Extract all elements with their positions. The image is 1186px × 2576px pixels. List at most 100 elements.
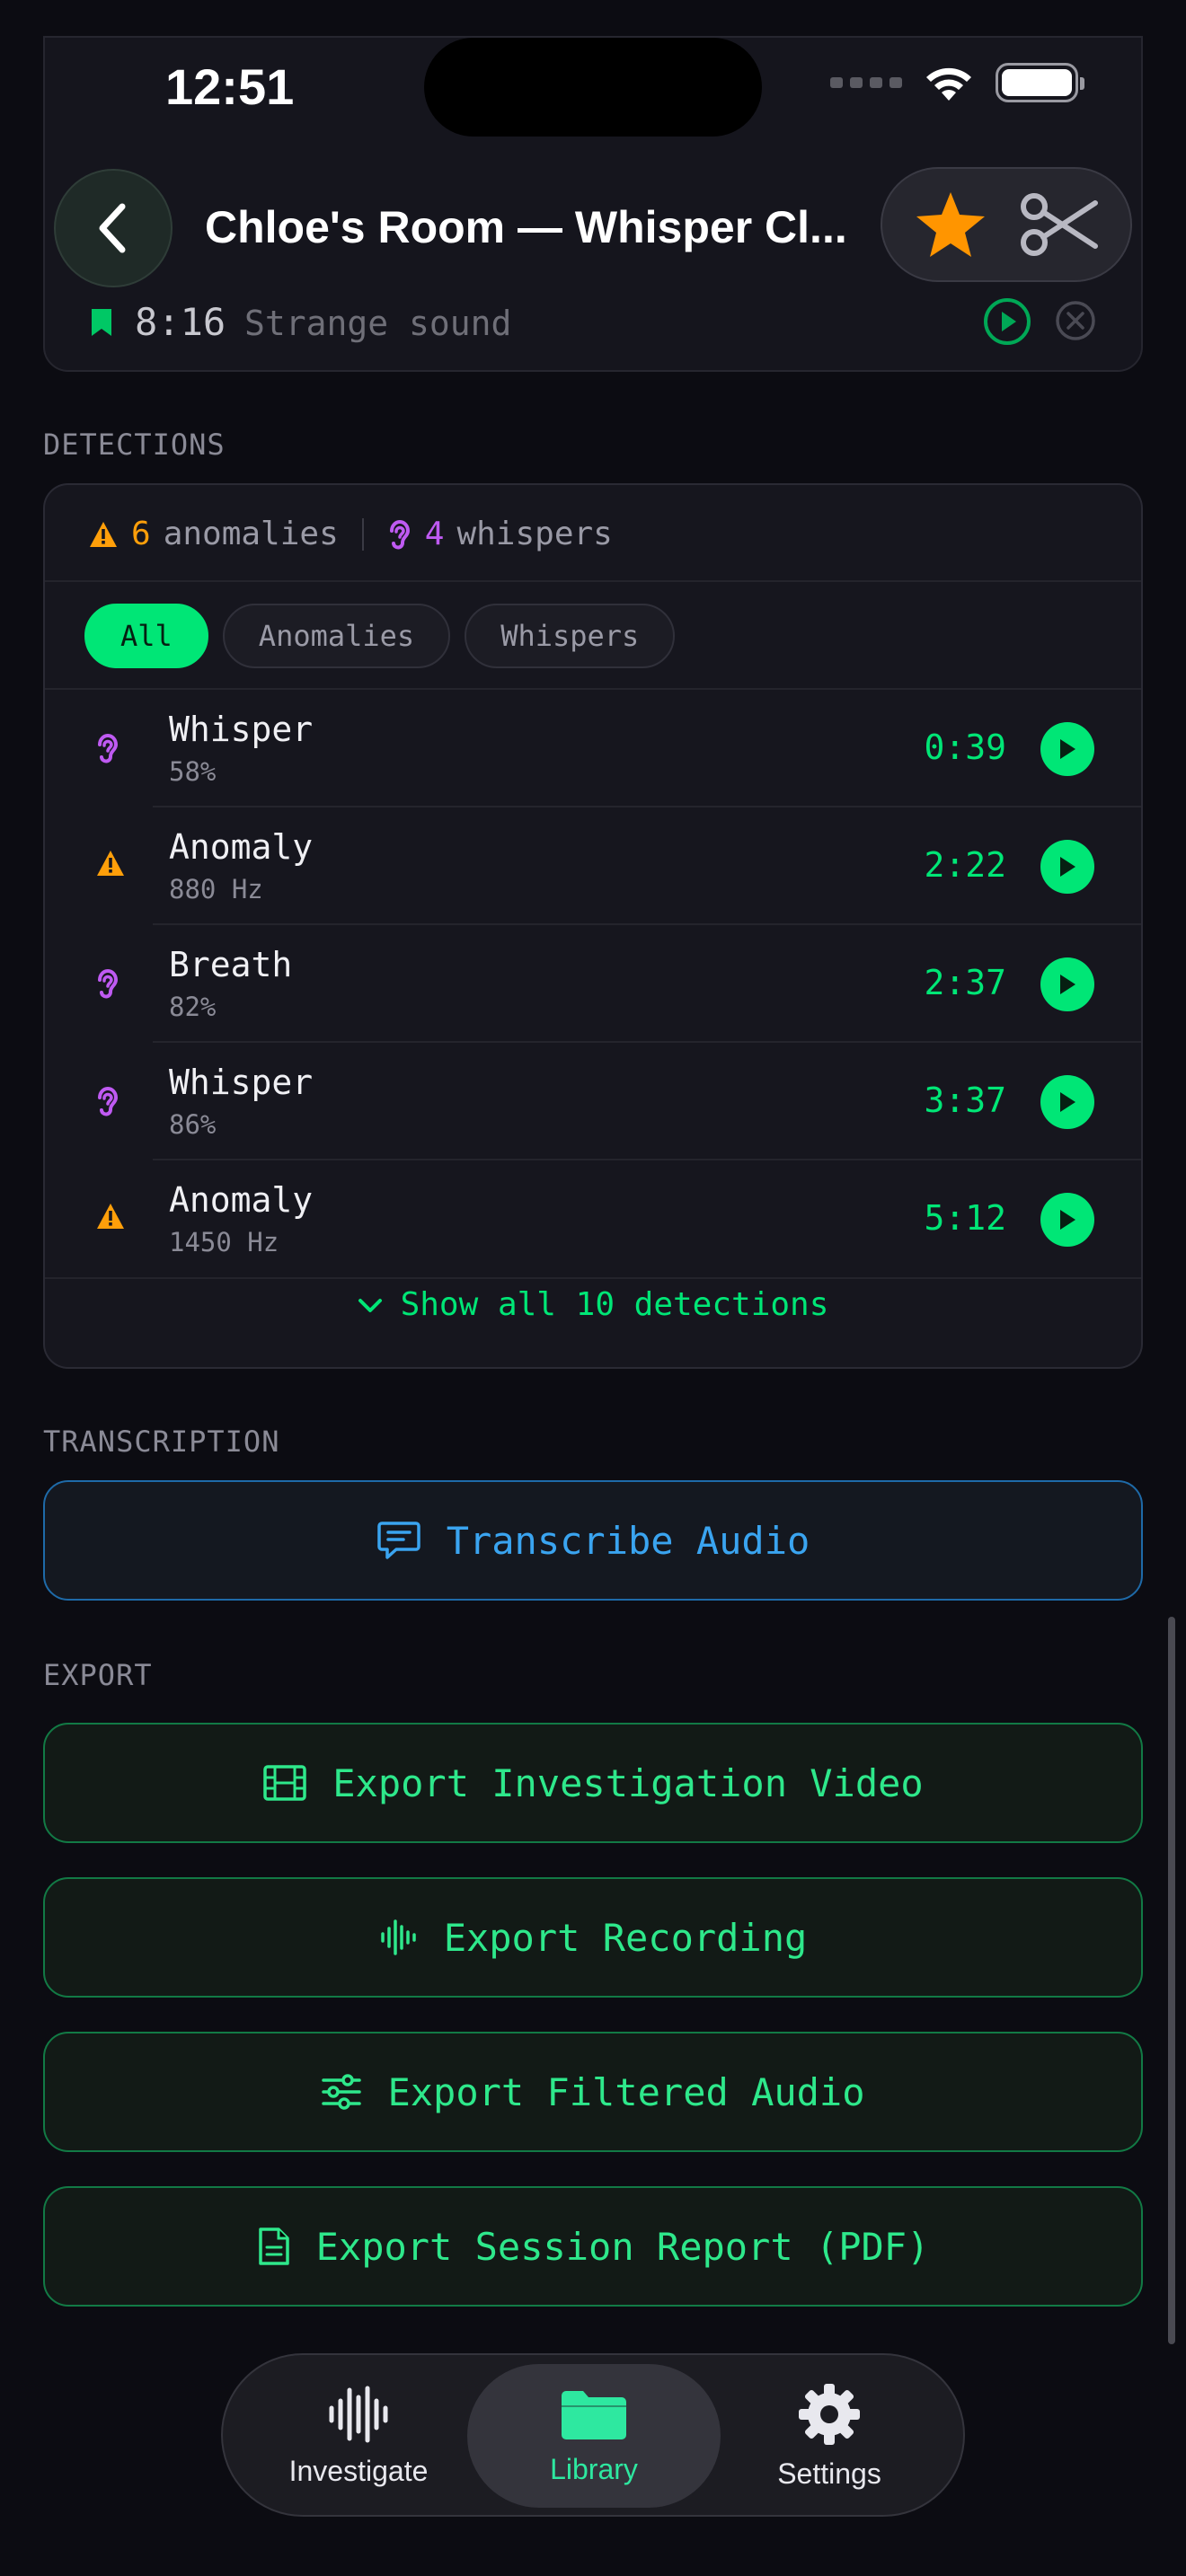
detection-type-icon bbox=[95, 1084, 120, 1122]
filter-chip-whispers[interactable]: Whispers bbox=[465, 604, 676, 668]
detection-type-icon bbox=[95, 1202, 126, 1234]
ear-icon bbox=[389, 519, 410, 550]
detection-title: Whisper bbox=[169, 1063, 314, 1102]
battery-icon bbox=[996, 63, 1084, 102]
play-icon bbox=[1060, 857, 1075, 877]
detection-row[interactable]: Breath 82% 2:37 bbox=[45, 925, 1141, 1043]
anomaly-label: anomalies bbox=[163, 516, 339, 552]
filter-chips: All Anomalies Whispers bbox=[84, 604, 676, 668]
tab-library-label: Library bbox=[550, 2452, 638, 2485]
export-video-label: Export Investigation Video bbox=[332, 1760, 924, 1805]
export-section-label: EXPORT bbox=[43, 1658, 153, 1692]
star-icon[interactable] bbox=[915, 190, 987, 259]
filter-chip-all[interactable]: All bbox=[84, 604, 208, 668]
detection-type-icon bbox=[95, 849, 126, 881]
whisper-label: whispers bbox=[456, 516, 613, 552]
nav-header: Chloe's Room — Whisper Cl... bbox=[0, 162, 1186, 296]
play-circle-icon[interactable] bbox=[982, 296, 1032, 347]
status-time: 12:51 bbox=[165, 58, 295, 115]
warning-icon bbox=[97, 1204, 124, 1229]
bookmark-icon bbox=[92, 309, 111, 336]
sliders-icon bbox=[322, 2074, 362, 2110]
detection-title: Breath bbox=[169, 945, 293, 984]
ear-icon bbox=[98, 1087, 119, 1116]
detection-type-icon bbox=[95, 731, 120, 769]
tab-settings-label: Settings bbox=[777, 2457, 881, 2490]
folder-icon bbox=[562, 2390, 626, 2439]
bookmark-row: 8:16 Strange sound bbox=[43, 287, 1143, 372]
transcribe-audio-button[interactable]: Transcribe Audio bbox=[43, 1480, 1143, 1601]
detections-summary: 6 anomalies 4 whispers bbox=[88, 516, 613, 552]
play-icon bbox=[1060, 1210, 1075, 1230]
detection-row[interactable]: Anomaly 1450 Hz 5:12 bbox=[45, 1160, 1141, 1278]
ear-icon bbox=[98, 734, 119, 763]
status-icons bbox=[830, 63, 1084, 102]
detection-row[interactable]: Anomaly 880 Hz 2:22 bbox=[45, 807, 1141, 925]
tab-library[interactable]: Library bbox=[467, 2364, 721, 2508]
page-title: Chloe's Room — Whisper Cl... bbox=[205, 202, 847, 252]
detections-section-label: DETECTIONS bbox=[43, 428, 226, 462]
detection-title: Whisper bbox=[169, 710, 314, 749]
whisper-count: 4 bbox=[424, 516, 445, 552]
detection-time: 5:12 bbox=[924, 1198, 1006, 1238]
detections-card: 6 anomalies 4 whispers All Anomalies Whi… bbox=[43, 483, 1143, 1369]
export-report-label: Export Session Report (PDF) bbox=[315, 2224, 930, 2269]
play-icon bbox=[1060, 1092, 1075, 1112]
chevron-left-icon bbox=[99, 203, 126, 253]
play-button[interactable] bbox=[1040, 957, 1094, 1011]
close-circle-icon[interactable] bbox=[1055, 300, 1096, 341]
play-icon bbox=[1060, 739, 1075, 759]
warning-icon bbox=[97, 851, 124, 876]
detection-time: 2:22 bbox=[924, 845, 1006, 885]
detection-detail: 880 Hz bbox=[169, 874, 263, 904]
tab-bar: Investigate Library Settings bbox=[221, 2353, 965, 2517]
detection-detail: 1450 Hz bbox=[169, 1227, 279, 1257]
export-video-button[interactable]: Export Investigation Video bbox=[43, 1723, 1143, 1843]
detection-row[interactable]: Whisper 58% 0:39 bbox=[45, 690, 1141, 807]
play-button[interactable] bbox=[1040, 1075, 1094, 1129]
cellular-icon bbox=[830, 77, 902, 88]
detection-time: 0:39 bbox=[924, 728, 1006, 767]
export-recording-label: Export Recording bbox=[443, 1915, 808, 1960]
export-filtered-label: Export Filtered Audio bbox=[387, 2069, 865, 2114]
transcribe-label: Transcribe Audio bbox=[446, 1518, 810, 1563]
warning-icon bbox=[90, 521, 117, 547]
tab-investigate[interactable]: Investigate bbox=[232, 2364, 485, 2508]
detection-title: Anomaly bbox=[169, 827, 314, 867]
tab-settings[interactable]: Settings bbox=[703, 2364, 956, 2508]
filter-chip-anomalies[interactable]: Anomalies bbox=[222, 604, 451, 668]
scissors-icon[interactable] bbox=[1018, 192, 1099, 257]
detection-detail: 86% bbox=[169, 1109, 217, 1140]
bookmark-label: Strange sound bbox=[244, 304, 512, 343]
bookmark-time: 8:16 bbox=[135, 300, 226, 344]
detection-title: Anomaly bbox=[169, 1180, 314, 1220]
dynamic-island bbox=[424, 38, 762, 137]
detection-row[interactable]: Whisper 86% 3:37 bbox=[45, 1043, 1141, 1160]
play-button[interactable] bbox=[1040, 840, 1094, 894]
gear-icon bbox=[799, 2383, 860, 2445]
waveform-icon bbox=[329, 2386, 388, 2442]
wifi-icon bbox=[926, 67, 971, 101]
scrollbar[interactable] bbox=[1168, 1617, 1175, 2344]
status-bar: 12:51 bbox=[0, 0, 1186, 180]
transcription-section-label: TRANSCRIPTION bbox=[43, 1425, 280, 1459]
chat-bubble-icon bbox=[376, 1522, 420, 1559]
play-icon bbox=[1060, 975, 1075, 994]
show-all-detections-button[interactable]: Show all 10 detections bbox=[45, 1286, 1141, 1323]
detection-time: 3:37 bbox=[924, 1081, 1006, 1120]
chevron-down-icon bbox=[358, 1299, 382, 1312]
export-report-button[interactable]: Export Session Report (PDF) bbox=[43, 2186, 1143, 2307]
detection-detail: 58% bbox=[169, 756, 217, 787]
detection-type-icon bbox=[95, 966, 120, 1004]
export-recording-button[interactable]: Export Recording bbox=[43, 1877, 1143, 1998]
show-all-label: Show all 10 detections bbox=[400, 1286, 829, 1323]
play-button[interactable] bbox=[1040, 1193, 1094, 1247]
ear-icon bbox=[98, 969, 119, 999]
detection-time: 2:37 bbox=[924, 963, 1006, 1002]
export-filtered-audio-button[interactable]: Export Filtered Audio bbox=[43, 2032, 1143, 2152]
play-button[interactable] bbox=[1040, 722, 1094, 776]
waveform-icon bbox=[380, 1919, 416, 1955]
back-button[interactable] bbox=[54, 169, 173, 287]
nav-actions bbox=[881, 167, 1132, 282]
tab-investigate-label: Investigate bbox=[288, 2454, 429, 2487]
